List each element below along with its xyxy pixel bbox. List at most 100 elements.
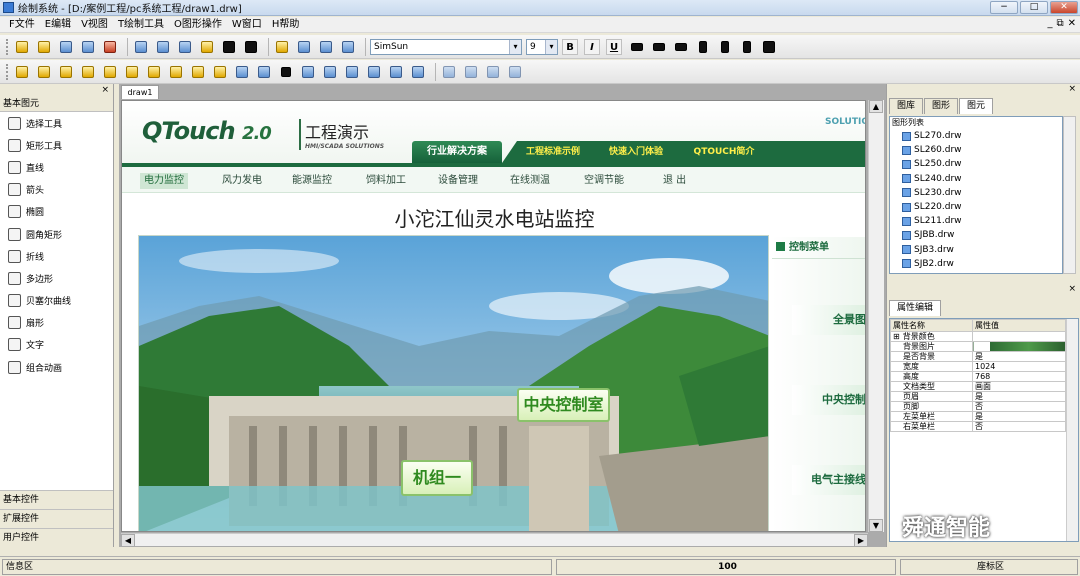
vertical-align-icon[interactable]: [694, 38, 712, 56]
property-value[interactable]: 是: [972, 411, 1066, 422]
property-row[interactable]: 右菜单栏否: [890, 421, 1066, 432]
scroll-up-icon[interactable]: ▲: [869, 100, 883, 113]
menu-file[interactable]: F文件: [4, 18, 40, 32]
open-folder-icon[interactable]: [35, 38, 53, 56]
property-value[interactable]: 是: [972, 391, 1066, 402]
property-scrollbar[interactable]: [1066, 319, 1078, 541]
italic-button[interactable]: I: [584, 38, 600, 55]
save-icon[interactable]: [57, 38, 75, 56]
barcode-icon[interactable]: [738, 38, 756, 56]
align-bottom-edge-icon[interactable]: [79, 63, 97, 81]
refresh-icon[interactable]: [409, 63, 427, 81]
exit-icon[interactable]: [101, 38, 119, 56]
same-height-icon[interactable]: [255, 63, 273, 81]
center-vertical-icon[interactable]: [123, 63, 141, 81]
category-basic-primitives[interactable]: 基本图元: [0, 96, 113, 112]
graphic-list-item[interactable]: SL260.drw: [890, 143, 1062, 157]
tool-item[interactable]: 扇形: [0, 312, 113, 334]
graphic-list-item[interactable]: SL211.drw: [890, 214, 1062, 228]
screenshot-icon[interactable]: [132, 38, 150, 56]
graphic-list-item[interactable]: SL250.drw: [890, 157, 1062, 171]
control-menu-wiring[interactable]: 电气主接线: [792, 465, 865, 495]
subnav-item[interactable]: 电力监控: [140, 173, 188, 189]
align-top-edge-icon[interactable]: [57, 63, 75, 81]
property-value[interactable]: 否: [972, 401, 1066, 412]
vertical-scrollbar[interactable]: ▲ ▼: [868, 100, 884, 532]
bring-forward-icon[interactable]: [484, 63, 502, 81]
tab-library[interactable]: 图库: [889, 98, 924, 114]
arrow-right-icon[interactable]: [387, 63, 405, 81]
label-unit-one[interactable]: 机组一: [401, 460, 473, 496]
tab-industry-solutions[interactable]: 行业解决方案: [412, 141, 502, 163]
font-family-select[interactable]: SimSun ▾: [370, 38, 522, 55]
tool-item[interactable]: 箭头: [0, 179, 113, 201]
cut-icon[interactable]: [154, 38, 172, 56]
print-icon[interactable]: [79, 38, 97, 56]
paste-icon[interactable]: [198, 38, 216, 56]
tab-primitives[interactable]: 图元: [959, 98, 994, 114]
menu-view[interactable]: V视图: [76, 18, 113, 32]
property-row[interactable]: ⊞ 背景颜色: [890, 331, 1066, 342]
property-value[interactable]: 768: [972, 371, 1066, 382]
category-extended-controls[interactable]: 扩展控件: [0, 509, 113, 528]
label-central-control-room[interactable]: 中央控制室: [517, 388, 610, 422]
align-left-icon[interactable]: [628, 38, 646, 56]
align-center-icon[interactable]: [650, 38, 668, 56]
tab-quick-start[interactable]: 快速入门体验: [600, 141, 672, 163]
drawing-canvas[interactable]: QTouch 2.0 工程演示 HMI/SCADA SOLUTIONS SOLU…: [121, 100, 866, 532]
menu-draw-tools[interactable]: T绘制工具: [113, 18, 169, 32]
copy-icon[interactable]: [176, 38, 194, 56]
tool-item[interactable]: 多边形: [0, 267, 113, 289]
tool-item[interactable]: 椭圆: [0, 201, 113, 223]
rotate-cw-icon[interactable]: [365, 63, 383, 81]
group-icon[interactable]: [299, 63, 317, 81]
rotate-ccw-icon[interactable]: [343, 63, 361, 81]
tool-item[interactable]: 圆角矩形: [0, 223, 113, 245]
minimize-button[interactable]: −: [990, 1, 1018, 14]
subnav-item[interactable]: 设备管理: [434, 173, 482, 189]
flip-horizontal-icon[interactable]: [189, 63, 207, 81]
tab-graphics[interactable]: 图形: [924, 98, 959, 114]
mdi-close-button[interactable]: ✕: [1068, 18, 1076, 29]
control-menu-panorama[interactable]: 全景图: [792, 305, 865, 335]
tool-item[interactable]: 直线: [0, 156, 113, 178]
spacing-icon[interactable]: [716, 38, 734, 56]
graphic-list-item[interactable]: SJB2.drw: [890, 257, 1062, 271]
graphic-list-item[interactable]: SL270.drw: [890, 129, 1062, 143]
align-left-edge-icon[interactable]: [13, 63, 31, 81]
category-basic-controls[interactable]: 基本控件: [0, 490, 113, 509]
mdi-restore-button[interactable]: ⧉: [1056, 18, 1063, 29]
tool-item[interactable]: 组合动画: [0, 356, 113, 378]
tool-item[interactable]: 选择工具: [0, 112, 113, 134]
menu-shape-ops[interactable]: O图形操作: [169, 18, 227, 32]
property-row[interactable]: 背景图片: [890, 341, 1066, 352]
property-value[interactable]: 是: [972, 351, 1066, 362]
property-row[interactable]: 文档类型 画面: [890, 381, 1066, 392]
document-tab[interactable]: draw1: [121, 85, 159, 99]
property-row[interactable]: 左菜单栏是: [890, 411, 1066, 422]
graphic-list-scrollbar[interactable]: [1063, 116, 1076, 274]
subnav-item[interactable]: 饲料加工: [362, 173, 410, 189]
distribute-icon[interactable]: [277, 63, 295, 81]
zoom-in-icon[interactable]: [295, 38, 313, 56]
property-row[interactable]: 是否背景是: [890, 351, 1066, 362]
grid-icon[interactable]: [273, 38, 291, 56]
property-row[interactable]: 高度 768: [890, 371, 1066, 382]
maximize-button[interactable]: □: [1020, 1, 1048, 14]
zoom-fit-icon[interactable]: [339, 38, 357, 56]
menu-help[interactable]: H帮助: [267, 18, 305, 32]
property-value[interactable]: 画面: [972, 381, 1066, 392]
horizontal-scrollbar[interactable]: ◀ ▶: [121, 533, 868, 547]
tab-qtouch-intro[interactable]: QTOUCH简介: [684, 141, 764, 163]
underline-button[interactable]: U: [606, 38, 622, 55]
scroll-left-icon[interactable]: ◀: [121, 534, 135, 547]
toolbar-grip[interactable]: [6, 63, 9, 80]
send-back-icon[interactable]: [462, 63, 480, 81]
tab-property-editor[interactable]: 属性编辑: [889, 300, 942, 316]
subnav-item[interactable]: 空调节能: [580, 173, 628, 189]
ungroup-icon[interactable]: [321, 63, 339, 81]
center-horizontal-icon[interactable]: [101, 63, 119, 81]
tool-item[interactable]: 文字: [0, 334, 113, 356]
undo-icon[interactable]: [220, 38, 238, 56]
property-value[interactable]: [972, 341, 1066, 352]
